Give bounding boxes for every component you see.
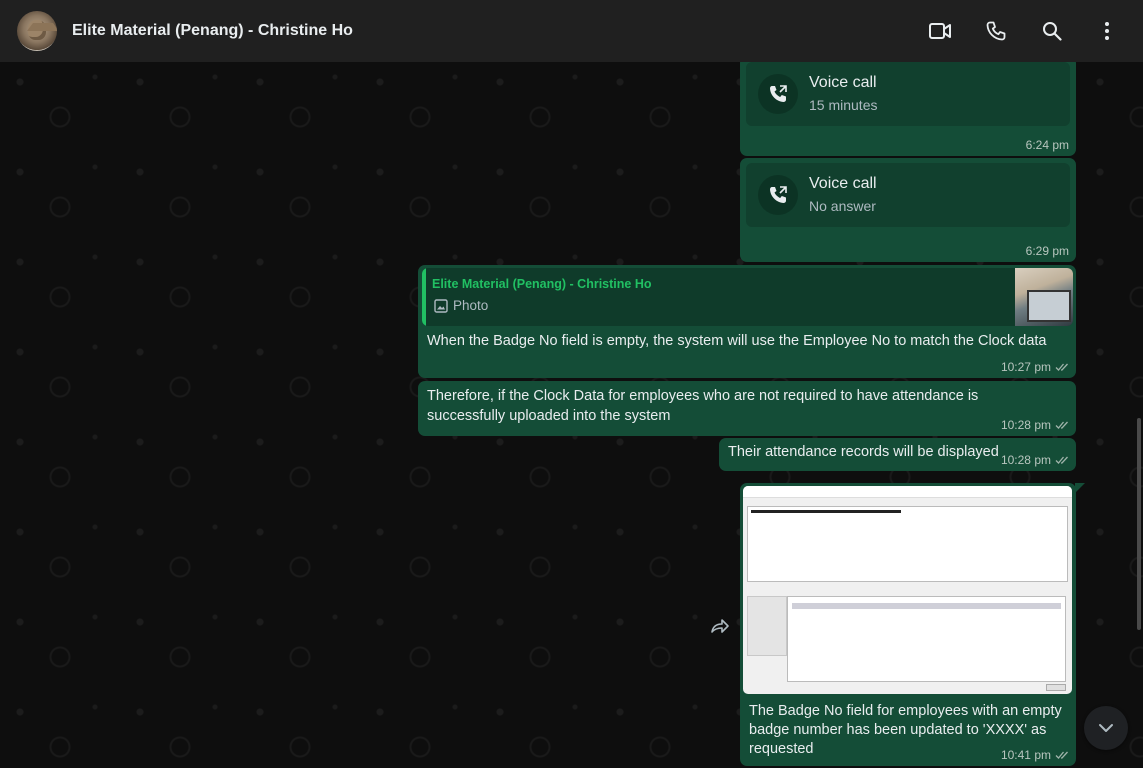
message-time: 10:27 pm <box>1001 360 1069 374</box>
chat-title[interactable]: Elite Material (Penang) - Christine Ho <box>72 22 353 40</box>
reply-message[interactable]: Elite Material (Penang) - Christine Ho P… <box>418 265 1076 378</box>
scrollbar[interactable] <box>1137 418 1141 630</box>
read-receipt-icon <box>1055 751 1068 759</box>
screenshot-query-editor <box>747 506 1068 582</box>
call-duration: 15 minutes <box>809 97 878 113</box>
quote-type: Photo <box>434 298 488 313</box>
quote-bar <box>422 268 426 326</box>
message-text: Therefore, if the Clock Data for employe… <box>427 388 979 424</box>
image-message[interactable]: The Badge No field for employees with an… <box>740 483 1076 766</box>
video-call-icon[interactable] <box>928 19 952 43</box>
message-time: 10:28 pm <box>1001 453 1069 467</box>
contact-avatar[interactable] <box>17 11 57 51</box>
message-time: 6:29 pm <box>1025 244 1069 258</box>
text-message[interactable]: Therefore, if the Clock Data for employe… <box>418 381 1076 436</box>
voice-call-icon[interactable] <box>984 19 1008 43</box>
photo-icon <box>434 298 448 313</box>
voice-call-message[interactable]: Voice call 15 minutes 6:24 pm <box>740 56 1076 156</box>
message-time: 10:28 pm <box>1001 418 1069 432</box>
call-status: No answer <box>809 198 876 214</box>
chat-header: Elite Material (Penang) - Christine Ho <box>0 0 1143 62</box>
call-card: Voice call No answer <box>746 163 1070 227</box>
screenshot-titlebar <box>743 486 1072 498</box>
chevron-down-icon <box>1099 724 1113 732</box>
screenshot-button <box>1046 684 1066 691</box>
call-title: Voice call <box>809 74 877 91</box>
bubble-tail <box>1075 483 1085 493</box>
read-receipt-icon <box>1055 363 1068 371</box>
menu-icon[interactable] <box>1095 19 1119 43</box>
voice-call-message[interactable]: Voice call No answer 6:29 pm <box>740 158 1076 262</box>
forward-icon[interactable] <box>709 615 731 637</box>
screenshot-sidebar <box>747 596 787 656</box>
outgoing-call-icon <box>758 74 798 114</box>
message-time: 6:24 pm <box>1025 138 1069 152</box>
search-icon[interactable] <box>1040 19 1064 43</box>
message-text: Their attendance records will be display… <box>728 444 999 460</box>
screenshot-result-grid <box>787 596 1066 682</box>
quote-thumbnail <box>1015 268 1073 326</box>
read-receipt-icon <box>1055 421 1068 429</box>
scroll-to-bottom-button[interactable] <box>1084 706 1128 750</box>
message-time: 10:41 pm <box>1001 748 1069 762</box>
call-title: Voice call <box>809 175 877 192</box>
call-card: Voice call 15 minutes <box>746 62 1070 126</box>
text-message[interactable]: Their attendance records will be display… <box>719 438 1076 471</box>
quote-author: Elite Material (Penang) - Christine Ho <box>432 277 652 291</box>
quoted-message[interactable]: Elite Material (Penang) - Christine Ho P… <box>422 268 1073 326</box>
outgoing-call-icon <box>758 175 798 215</box>
read-receipt-icon <box>1055 456 1068 464</box>
message-text: When the Badge No field is empty, the sy… <box>427 333 1047 349</box>
screenshot-image[interactable] <box>743 486 1072 694</box>
